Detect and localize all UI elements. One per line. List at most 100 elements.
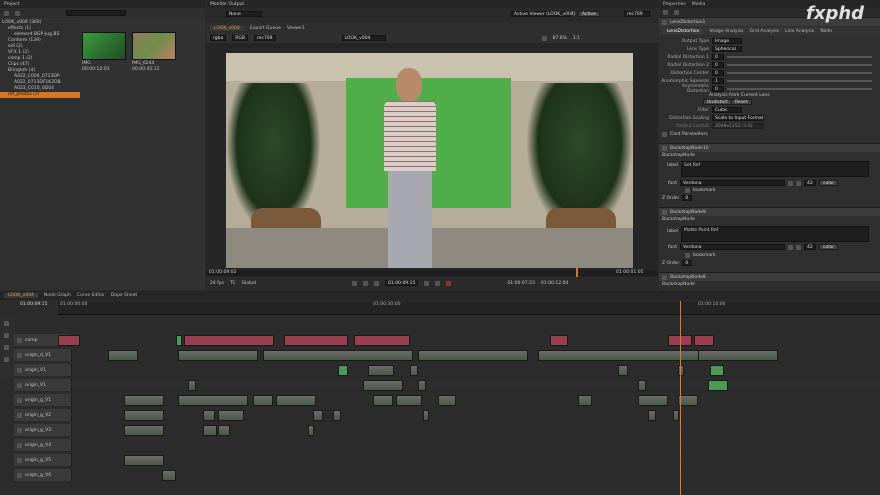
step-back-icon[interactable] (362, 280, 368, 286)
thumb-2[interactable] (132, 32, 176, 60)
track-visibility-icon[interactable] (17, 427, 22, 433)
timeline-clip[interactable] (188, 380, 196, 391)
timeline-clip[interactable] (178, 350, 258, 361)
tab-media[interactable]: Media (692, 2, 706, 7)
tc-label[interactable]: TC (230, 281, 236, 286)
node-expand-icon[interactable] (662, 145, 667, 151)
timeline-clip[interactable] (678, 365, 684, 376)
ratio-level[interactable]: 1:1 (573, 36, 580, 41)
timeline-clip[interactable] (638, 395, 668, 406)
node-expand-icon[interactable] (662, 19, 667, 25)
track-header[interactable]: origin_g_V4 (14, 439, 72, 451)
backdrop10-label-input[interactable]: Set Ref (681, 161, 869, 177)
lens-param-value[interactable]: Image (712, 38, 742, 44)
backdrop9-z-input[interactable]: 0 (682, 260, 693, 266)
timeline-clip[interactable] (673, 410, 679, 421)
timeline-track[interactable]: origin_g_V2 (14, 409, 880, 422)
select-tool-icon[interactable] (4, 321, 9, 326)
timeline-clip[interactable] (354, 335, 410, 346)
timeline-clip[interactable] (108, 350, 138, 361)
bookmark-checkbox[interactable] (685, 252, 690, 258)
backdrop9-header[interactable]: BackdropNode9 (659, 207, 880, 216)
italic-icon[interactable] (796, 244, 801, 250)
backdrop10-header[interactable]: BackdropNode10 (659, 143, 880, 152)
track-header[interactable]: origin_g_V3 (14, 424, 72, 436)
lens-param-slider[interactable] (727, 72, 872, 74)
timeline-clip[interactable] (638, 380, 646, 391)
lens-param-value[interactable]: 0 (712, 70, 724, 76)
timeline-clip[interactable] (338, 365, 348, 376)
filter-dropdown[interactable]: Cubic (712, 107, 742, 113)
backdrop8-header[interactable]: BackdropNode8 (659, 272, 880, 281)
timeline-clip[interactable] (648, 410, 656, 421)
sequence-dropdown[interactable]: LOOK_v004 (341, 35, 386, 41)
timeline-track[interactable]: origin_g_V3 (14, 424, 880, 437)
track-header[interactable]: origin_g_V6 (14, 469, 72, 481)
timeline-track[interactable]: origin_g_V5 (14, 454, 880, 467)
timeline-clip[interactable] (203, 425, 217, 436)
timeline-clip[interactable] (698, 350, 778, 361)
zoom-level[interactable]: 87.6% (553, 36, 567, 41)
lens-param-value[interactable]: 0 (712, 62, 724, 68)
timeline-track[interactable]: origin_V1 (14, 379, 880, 392)
subtab-node[interactable]: Node (820, 29, 832, 34)
tab-curve-editor[interactable]: Curve Editor (77, 293, 105, 298)
timeline-track[interactable]: origin_g_V1 (14, 394, 880, 407)
timeline-clip[interactable] (124, 455, 164, 466)
timeline-clip[interactable] (203, 410, 215, 421)
timeline-clip[interactable] (263, 350, 413, 361)
timeline-timecode[interactable]: 01:00:09:15 (20, 302, 47, 307)
backdrop9-color-button[interactable]: color (819, 244, 839, 250)
subtab-lensdistortion[interactable]: LensDistortion (663, 28, 704, 34)
track-header[interactable]: origin_d_V1 (14, 349, 72, 361)
timeline-track[interactable]: comp (14, 334, 880, 347)
play-forward-icon[interactable] (424, 280, 430, 286)
slip-tool-icon[interactable] (4, 345, 9, 350)
timeline-clip[interactable] (218, 410, 244, 421)
track-visibility-icon[interactable] (17, 382, 22, 388)
backdrop10-z-input[interactable]: 0 (682, 195, 693, 201)
lens-param-value[interactable]: 0 (712, 54, 724, 60)
channels-dropdown[interactable]: rgba (210, 35, 227, 41)
timeline-clip[interactable] (284, 335, 348, 346)
gain-icon[interactable] (541, 35, 547, 41)
track-visibility-icon[interactable] (17, 352, 22, 358)
tab-timeline[interactable]: LOOK_v004 (4, 293, 38, 298)
lens-param-slider[interactable] (727, 88, 872, 90)
track-header[interactable]: origin_g_V1 (14, 394, 72, 406)
tree-item[interactable]: ref_photos (2) (0, 92, 80, 98)
reset-button[interactable]: Reset (731, 99, 752, 105)
play-backward-icon[interactable] (373, 280, 379, 286)
lens-param-value[interactable]: 0 (712, 86, 724, 92)
timeline-clip[interactable] (178, 395, 248, 406)
monitor-output-dropdown[interactable]: None (226, 11, 262, 17)
active-button[interactable]: Active (578, 11, 600, 17)
track-header[interactable]: origin_g_V5 (14, 454, 72, 466)
grid-view-icon[interactable] (4, 10, 9, 16)
project-search-input[interactable] (66, 10, 126, 16)
current-timecode[interactable]: 01:00:09:15 (384, 280, 419, 286)
timeline-clip[interactable] (373, 395, 393, 406)
backdrop9-font-dropdown[interactable]: Verdana (680, 244, 785, 250)
timeline-clip[interactable] (124, 425, 164, 436)
go-to-end-icon[interactable] (446, 280, 452, 286)
italic-icon[interactable] (796, 180, 801, 186)
track-visibility-icon[interactable] (17, 337, 22, 343)
track-visibility-icon[interactable] (17, 367, 22, 373)
timeline-clip[interactable] (418, 350, 528, 361)
global-label[interactable]: Global (242, 281, 256, 286)
timeline-clip[interactable] (58, 335, 80, 346)
timeline-track[interactable]: origin_V1 (14, 364, 880, 377)
viewer-image[interactable] (226, 53, 633, 268)
timeline-clip[interactable] (218, 425, 230, 436)
timeline-clip[interactable] (694, 335, 714, 346)
timeline-clip[interactable] (410, 365, 418, 376)
timeline-clip[interactable] (708, 380, 728, 391)
tab-properties[interactable]: Properties (663, 2, 686, 7)
timeline-clip[interactable] (124, 410, 164, 421)
subtab-image-analysis[interactable]: Image Analysis (709, 29, 743, 34)
timeline-clip[interactable] (678, 395, 698, 406)
timeline-playhead[interactable] (680, 301, 681, 495)
bold-icon[interactable] (788, 180, 793, 186)
subtab-grid-analysis[interactable]: Grid Analysis (750, 29, 779, 34)
